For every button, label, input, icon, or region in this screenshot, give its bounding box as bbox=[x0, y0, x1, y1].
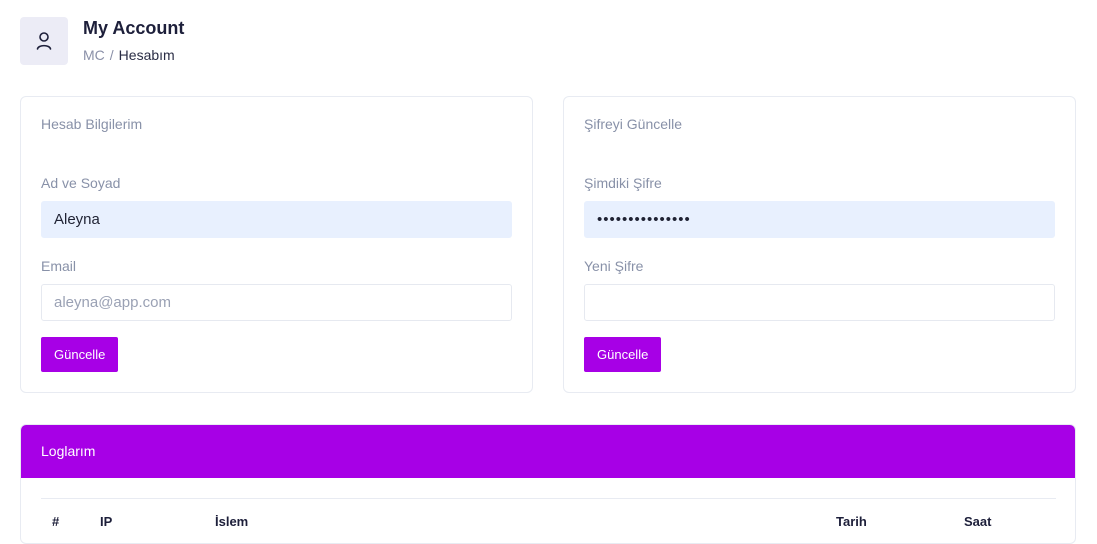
logs-title: Loglarım bbox=[21, 425, 1075, 478]
card-title: Şifreyi Güncelle bbox=[584, 116, 683, 132]
column-header-index[interactable]: # bbox=[52, 514, 59, 529]
name-field[interactable] bbox=[41, 201, 512, 238]
new-password-label: Yeni Şifre bbox=[584, 258, 644, 274]
password-card: Şifreyi Güncelle Şimdiki Şifre Yeni Şifr… bbox=[563, 96, 1076, 393]
breadcrumb-root[interactable]: MC bbox=[83, 47, 105, 63]
column-header-action[interactable]: İslem bbox=[215, 514, 248, 529]
breadcrumb-current: Hesabım bbox=[118, 47, 175, 63]
avatar bbox=[20, 17, 68, 65]
user-icon bbox=[36, 32, 52, 50]
column-header-ip[interactable]: IP bbox=[100, 514, 112, 529]
logs-table: # IP İslem Tarih Saat bbox=[41, 498, 1056, 529]
account-info-card: Hesab Bilgilerim Ad ve Soyad Email Günce… bbox=[20, 96, 533, 393]
breadcrumb-separator: / bbox=[109, 47, 114, 63]
current-password-field[interactable] bbox=[584, 201, 1055, 238]
update-account-button[interactable]: Güncelle bbox=[41, 337, 119, 372]
email-field[interactable] bbox=[41, 284, 512, 321]
card-title: Hesab Bilgilerim bbox=[41, 116, 143, 132]
email-label: Email bbox=[41, 258, 77, 274]
column-header-date[interactable]: Tarih bbox=[836, 514, 867, 529]
breadcrumb: MC / Hesabım bbox=[83, 46, 184, 64]
page-header: My Account MC / Hesabım bbox=[20, 17, 184, 65]
name-label: Ad ve Soyad bbox=[41, 175, 121, 191]
new-password-field[interactable] bbox=[584, 284, 1055, 321]
page-title: My Account bbox=[83, 18, 185, 38]
current-password-label: Şimdiki Şifre bbox=[584, 175, 662, 191]
column-header-time[interactable]: Saat bbox=[964, 514, 991, 529]
logs-card: Loglarım # IP İslem Tarih Saat bbox=[20, 424, 1076, 544]
update-password-button[interactable]: Güncelle bbox=[584, 337, 662, 372]
